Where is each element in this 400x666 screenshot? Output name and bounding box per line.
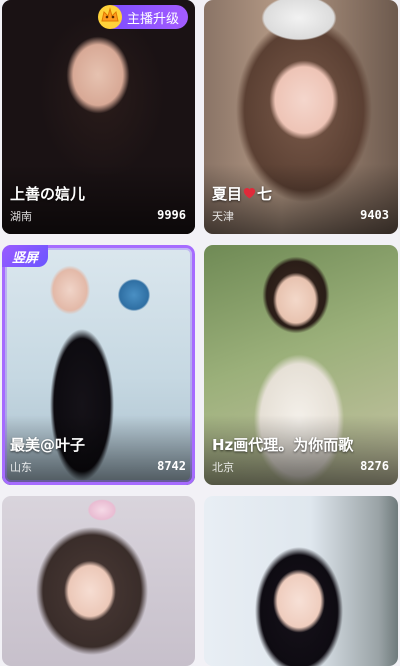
streamer-card[interactable]: 最美@叶子 山东 8742 竖屏 <box>2 245 195 485</box>
streamer-city: 湖南 <box>10 210 32 223</box>
highlight-frame <box>2 245 195 485</box>
streamer-city: 北京 <box>212 461 234 474</box>
streamer-city: 天津 <box>212 210 234 223</box>
vertical-screen-badge: 竖屏 <box>2 245 48 267</box>
viewer-count: 9996 <box>157 208 186 222</box>
crown-icon <box>98 5 122 29</box>
streamer-card[interactable] <box>2 496 195 666</box>
streamer-name-part: 夏目 <box>212 185 243 203</box>
streamer-name: 夏目 七 <box>212 183 272 204</box>
streamer-card[interactable]: Hz画代理。为你而歌 北京 8276 <box>204 245 398 485</box>
streamer-name: Hz画代理。为你而歌 <box>212 436 354 454</box>
streamer-card[interactable] <box>204 496 398 666</box>
streamer-name: 上善の娮儿 <box>10 185 86 203</box>
streamer-card[interactable]: 上善の娮儿 湖南 9996 主播升级 <box>2 0 195 234</box>
streamer-name-part: 七 <box>257 185 273 203</box>
streamer-photo <box>204 496 398 666</box>
heart-icon <box>243 187 256 199</box>
streamer-card[interactable]: 夏目 七 天津 9403 <box>204 0 398 234</box>
anchor-upgrade-button[interactable]: 主播升级 <box>98 5 188 29</box>
streamer-grid: 上善の娮儿 湖南 9996 主播升级 夏目 七 天津 9403 最美@叶子 山东… <box>0 0 400 666</box>
viewer-count: 9403 <box>360 208 389 222</box>
viewer-count: 8276 <box>360 459 389 473</box>
streamer-photo <box>2 496 195 666</box>
anchor-upgrade-label: 主播升级 <box>126 11 179 27</box>
